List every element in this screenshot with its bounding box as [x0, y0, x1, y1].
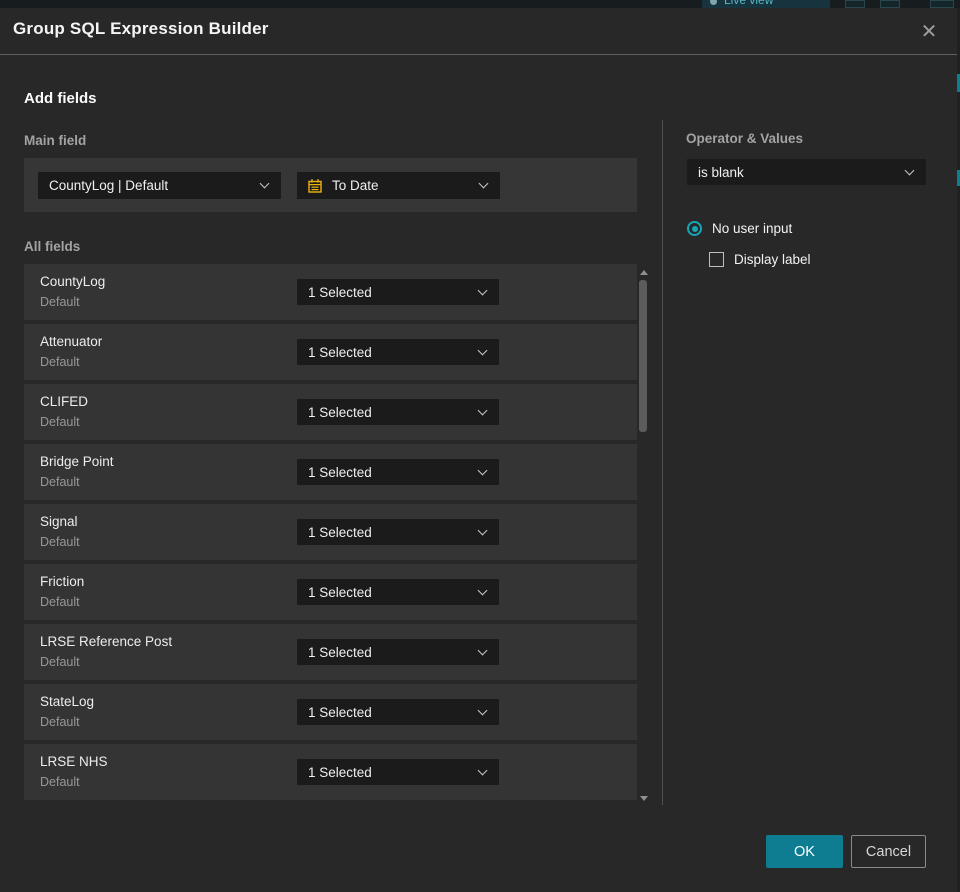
- field-selection-dropdown[interactable]: 1 Selected: [297, 579, 499, 605]
- field-type: Default: [40, 415, 80, 429]
- chevron-down-icon: [477, 765, 488, 775]
- chevron-down-icon: [477, 645, 488, 655]
- field-row-clifed: CLIFED Default 1 Selected: [24, 384, 637, 440]
- no-user-input-radio[interactable]: No user input: [687, 221, 792, 236]
- main-field-field-value: To Date: [332, 178, 379, 193]
- field-row-attenuator: Attenuator Default 1 Selected: [24, 324, 637, 380]
- live-view-button-fragment[interactable]: Live view: [702, 0, 830, 8]
- dialog-title-bar: Group SQL Expression Builder ✕: [0, 8, 957, 55]
- selected-count: 1 Selected: [308, 404, 372, 420]
- field-selection-dropdown[interactable]: 1 Selected: [297, 459, 499, 485]
- field-type: Default: [40, 295, 80, 309]
- operator-values-label: Operator & Values: [686, 131, 804, 146]
- chevron-down-icon: [477, 405, 488, 415]
- field-name: LRSE Reference Post: [40, 634, 173, 649]
- chevron-down-icon: [477, 525, 488, 535]
- field-name: Friction: [40, 574, 85, 589]
- checkbox-unchecked-icon[interactable]: [709, 252, 724, 267]
- add-fields-heading: Add fields: [24, 90, 97, 107]
- chevron-down-icon: [477, 285, 488, 295]
- selected-count: 1 Selected: [308, 764, 372, 780]
- main-field-label: Main field: [24, 133, 87, 148]
- live-view-dot-icon: [710, 0, 717, 5]
- operator-value: is blank: [698, 164, 744, 180]
- cancel-button[interactable]: Cancel: [851, 835, 926, 868]
- main-field-field-dropdown[interactable]: To Date: [297, 172, 500, 199]
- field-row-lrse-reference-post: LRSE Reference Post Default 1 Selected: [24, 624, 637, 680]
- field-type: Default: [40, 475, 80, 489]
- chevron-down-icon: [259, 178, 270, 189]
- field-row-bridge-point: Bridge Point Default 1 Selected: [24, 444, 637, 500]
- fields-list-scrollbar[interactable]: [637, 266, 649, 806]
- field-name: CountyLog: [40, 274, 106, 289]
- scroll-up-arrow-icon[interactable]: [640, 270, 648, 275]
- field-row-lrse-nhs: LRSE NHS Default 1 Selected: [24, 744, 637, 800]
- group-sql-expression-builder-dialog: Group SQL Expression Builder ✕ Add field…: [0, 8, 957, 892]
- chevron-down-icon: [477, 585, 488, 595]
- selected-count: 1 Selected: [308, 584, 372, 600]
- field-type: Default: [40, 355, 80, 369]
- background-app-bar: Live view: [0, 0, 960, 8]
- selected-count: 1 Selected: [308, 524, 372, 540]
- dialog-title: Group SQL Expression Builder: [13, 19, 269, 38]
- chevron-down-icon: [477, 705, 488, 715]
- field-row-countylog: CountyLog Default 1 Selected: [24, 264, 637, 320]
- no-user-input-label: No user input: [712, 221, 793, 236]
- toolbar-button-fragment: [880, 0, 900, 8]
- ok-button[interactable]: OK: [766, 835, 843, 868]
- selected-count: 1 Selected: [308, 464, 372, 480]
- main-field-source-value: CountyLog | Default: [49, 178, 169, 193]
- selected-count: 1 Selected: [308, 344, 372, 360]
- field-type: Default: [40, 655, 80, 669]
- chevron-down-icon: [478, 178, 489, 189]
- live-view-label: Live view: [724, 0, 774, 7]
- selected-count: 1 Selected: [308, 284, 372, 300]
- close-icon[interactable]: ✕: [915, 17, 943, 45]
- field-name: Attenuator: [40, 334, 103, 349]
- main-field-box: CountyLog | Default To Date: [24, 158, 637, 212]
- operator-dropdown[interactable]: is blank: [687, 159, 926, 185]
- chevron-down-icon: [904, 165, 915, 175]
- selected-count: 1 Selected: [308, 644, 372, 660]
- chevron-down-icon: [477, 345, 488, 355]
- main-field-source-dropdown[interactable]: CountyLog | Default: [38, 172, 281, 199]
- radio-selected-icon[interactable]: [687, 221, 702, 236]
- field-name: CLIFED: [40, 394, 89, 409]
- field-type: Default: [40, 535, 80, 549]
- calendar-icon: [308, 178, 322, 193]
- panel-divider: [662, 120, 663, 805]
- display-label-checkbox-row[interactable]: Display label: [709, 252, 811, 267]
- scrollbar-thumb[interactable]: [639, 280, 647, 432]
- scroll-down-arrow-icon[interactable]: [640, 796, 648, 801]
- field-type: Default: [40, 595, 80, 609]
- field-name: Signal: [40, 514, 78, 529]
- all-fields-list: CountyLog Default 1 Selected Attenuator …: [24, 264, 637, 804]
- toolbar-button-fragment: [845, 0, 865, 8]
- field-selection-dropdown[interactable]: 1 Selected: [297, 759, 499, 785]
- field-row-statelog: StateLog Default 1 Selected: [24, 684, 637, 740]
- field-type: Default: [40, 775, 80, 789]
- field-selection-dropdown[interactable]: 1 Selected: [297, 279, 499, 305]
- field-row-friction: Friction Default 1 Selected: [24, 564, 637, 620]
- field-selection-dropdown[interactable]: 1 Selected: [297, 399, 499, 425]
- field-type: Default: [40, 715, 80, 729]
- field-selection-dropdown[interactable]: 1 Selected: [297, 339, 499, 365]
- all-fields-label: All fields: [24, 239, 81, 254]
- selected-count: 1 Selected: [308, 704, 372, 720]
- toolbar-button-fragment: [930, 0, 954, 8]
- field-name: LRSE NHS: [40, 754, 108, 769]
- field-selection-dropdown[interactable]: 1 Selected: [297, 519, 499, 545]
- chevron-down-icon: [477, 465, 488, 475]
- display-label-label: Display label: [734, 252, 811, 267]
- field-selection-dropdown[interactable]: 1 Selected: [297, 639, 499, 665]
- field-row-signal: Signal Default 1 Selected: [24, 504, 637, 560]
- field-selection-dropdown[interactable]: 1 Selected: [297, 699, 499, 725]
- field-name: StateLog: [40, 694, 95, 709]
- field-name: Bridge Point: [40, 454, 114, 469]
